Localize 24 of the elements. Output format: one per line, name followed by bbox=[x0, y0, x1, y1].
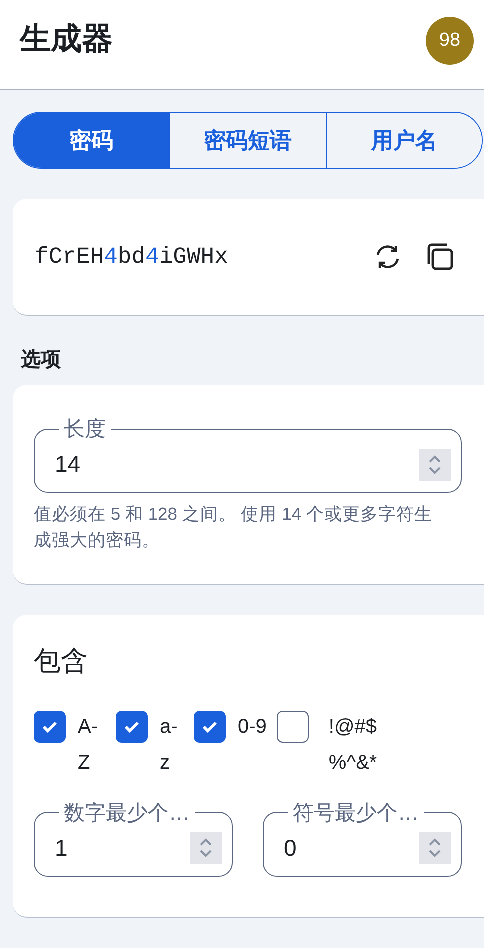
generated-password: fCrEH4bd4iGWHx bbox=[35, 244, 230, 270]
field-label: 符号最少个… bbox=[292, 800, 420, 826]
field-value: 0 bbox=[284, 834, 298, 862]
field-label: 数字最少个… bbox=[63, 800, 191, 826]
avatar[interactable]: 98 bbox=[426, 16, 474, 64]
page-title: 生成器 bbox=[20, 20, 113, 58]
section-title: 包含 bbox=[34, 644, 89, 678]
field-value: 1 bbox=[55, 834, 69, 862]
checkbox[interactable] bbox=[276, 710, 309, 742]
tab[interactable]: 用户名 bbox=[326, 113, 482, 168]
tab[interactable]: 密码 bbox=[14, 113, 170, 168]
checkbox-label: 0-9 bbox=[238, 714, 267, 740]
field-value: 14 bbox=[55, 451, 82, 478]
checkbox-label: a-z bbox=[160, 714, 179, 776]
copy-icon[interactable] bbox=[425, 242, 455, 272]
checkbox[interactable] bbox=[116, 710, 148, 742]
checkbox-label: A-Z bbox=[78, 714, 99, 776]
checkbox[interactable] bbox=[194, 710, 226, 742]
length-field[interactable]: 长度 14 bbox=[34, 415, 462, 493]
hint-text: 值必须在 5 和 128 之间。 使用 14 个或更多字符生成强大的密码。 bbox=[34, 503, 434, 552]
checkbox-label: !@#$%^&* bbox=[328, 714, 378, 776]
checkbox[interactable] bbox=[34, 710, 66, 742]
section-heading: 选项 bbox=[21, 348, 62, 373]
field-label: 长度 bbox=[63, 417, 107, 443]
